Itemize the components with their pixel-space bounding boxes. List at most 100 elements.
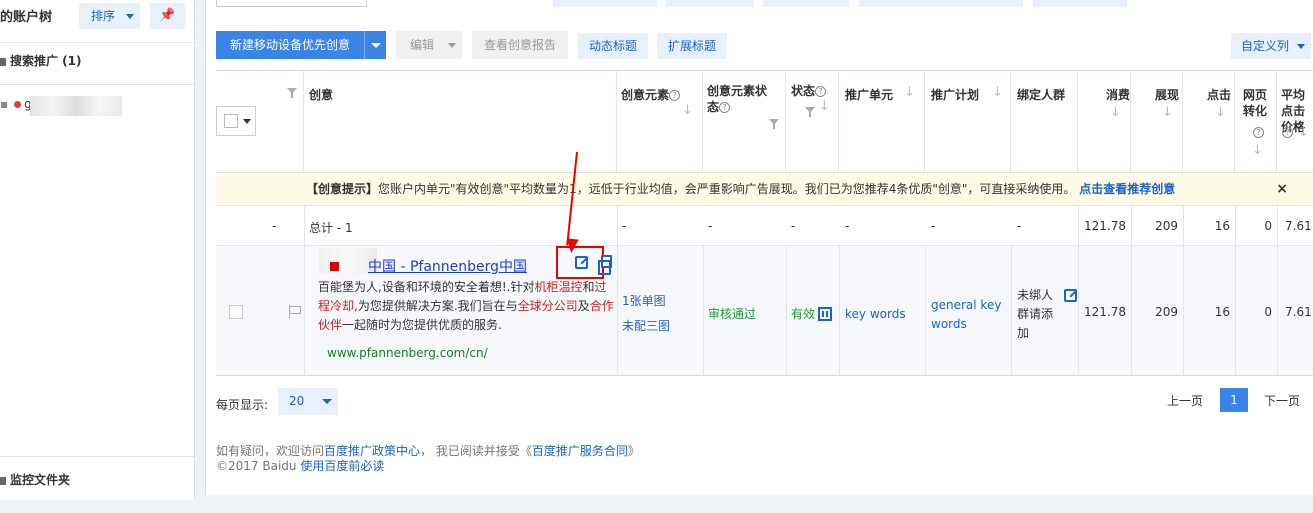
must-read-link[interactable]: 使用百度前必读 — [300, 459, 384, 473]
header-unit[interactable]: 推广单元 — [845, 87, 893, 103]
top-tab[interactable] — [763, 0, 849, 7]
help-icon[interactable]: ? — [1253, 127, 1264, 138]
view-recommended-link[interactable]: 点击查看推荐创意 — [1079, 182, 1175, 196]
header-conversion[interactable]: 网页转化 — [1243, 87, 1271, 119]
select-all-dropdown[interactable] — [216, 106, 256, 136]
row-checkbox[interactable] — [229, 305, 243, 319]
flag-icon[interactable] — [289, 305, 301, 318]
sort-arrow-icon[interactable]: ↓ — [1215, 105, 1226, 120]
desc-text: 及 — [577, 299, 590, 313]
help-icon[interactable]: ? — [669, 90, 681, 101]
col-divider — [925, 246, 926, 376]
desc-text: ,为您提供解决方案.我们旨在与 — [354, 299, 518, 313]
copy-icon[interactable] — [598, 255, 612, 275]
sort-arrow-icon[interactable]: ↓ — [819, 99, 830, 114]
help-icon[interactable]: ? — [1282, 127, 1293, 138]
monitor-folder[interactable]: 监控文件夹 — [0, 456, 194, 500]
row-avg-cpc: 7.61 — [1285, 305, 1312, 319]
sort-arrow-icon[interactable]: ↓ — [1298, 125, 1309, 140]
page-size-select[interactable]: 20 — [278, 388, 338, 415]
col-divider — [617, 206, 618, 246]
top-tab[interactable] — [859, 0, 1023, 7]
sort-arrow-icon[interactable]: ↓ — [992, 85, 1003, 100]
annotation-arrow-head — [565, 238, 579, 254]
total-element-status: - — [708, 219, 713, 233]
dynamic-title-label: 动态标题 — [588, 39, 637, 53]
footer-text: ， 我已阅读并接受《 — [420, 444, 532, 458]
col-divider — [304, 206, 305, 246]
view-report-button[interactable]: 查看创意报告 — [472, 31, 568, 59]
creative-description: 百能堡为人,设备和环境的安全着想!.针对机柜温控和过程冷却,为您提供解决方案.我… — [318, 278, 618, 335]
sort-arrow-icon[interactable]: ↓ — [1110, 105, 1121, 120]
footer-text: 》 — [627, 444, 640, 458]
sort-arrow-icon[interactable]: ↓ — [1162, 105, 1173, 120]
help-icon[interactable]: ? — [719, 102, 731, 113]
desc-text: 百能堡为人,设备和环境的安全着想!.针对 — [318, 280, 535, 294]
prev-page-button[interactable]: 上一页 — [1167, 392, 1203, 409]
service-contract-link[interactable]: 百度推广服务合同 — [532, 444, 628, 458]
row-clicks: 16 — [1214, 305, 1230, 319]
total-row: - 总计 - 1 - - - - - - 121.78 209 16 0 7.6… — [216, 206, 1313, 246]
total-status: - — [791, 219, 796, 233]
extend-title-label: 扩展标题 — [667, 39, 716, 53]
total-impressions: 209 — [1155, 219, 1178, 233]
filter-icon[interactable] — [769, 119, 779, 129]
filter-icon[interactable] — [287, 88, 297, 98]
header-element-status[interactable]: 创意元素状态? — [707, 83, 777, 115]
unit-link[interactable]: key words — [845, 307, 906, 321]
creative-title-link[interactable]: 中国 - Pfannenberg中国 — [368, 256, 527, 276]
next-page-button[interactable]: 下一页 — [1264, 392, 1300, 409]
element-status-value: 审核通过 — [708, 307, 757, 321]
search-input[interactable] — [216, 0, 367, 7]
dynamic-title-button[interactable]: 动态标题 — [578, 33, 648, 59]
close-icon[interactable]: × — [1276, 173, 1288, 206]
row-cost: 121.78 — [1084, 305, 1126, 319]
sort-arrow-icon[interactable]: ↓ — [1252, 143, 1263, 158]
elements-triple-image-link[interactable]: 未配三图 — [622, 317, 670, 334]
header-status[interactable]: 状态? — [791, 83, 827, 99]
extend-title-button[interactable]: 扩展标题 — [657, 33, 727, 59]
header-cost[interactable]: 消费 — [1106, 87, 1130, 103]
header-plan[interactable]: 推广计划 — [931, 87, 979, 103]
col-divider — [304, 71, 617, 172]
header-impressions[interactable]: 展现 — [1155, 87, 1179, 103]
header-elements[interactable]: 创意元素? — [621, 87, 681, 103]
new-mobile-creative-button[interactable]: 新建移动设备优先创意 — [216, 31, 386, 59]
footer-text: 如有疑问，欢迎访问 — [216, 444, 325, 458]
folder-icon — [0, 477, 6, 485]
col-divider — [1277, 206, 1278, 246]
pin-button[interactable]: 📌 — [150, 3, 185, 29]
policy-center-link[interactable]: 百度推广政策中心 — [324, 444, 420, 458]
current-page-button[interactable]: 1 — [1220, 388, 1248, 412]
sort-button[interactable]: 排序 — [79, 3, 140, 29]
creative-display-url: www.pfannenberg.com/cn/ — [327, 346, 488, 360]
total-plan: - — [931, 219, 936, 233]
total-label: 总计 - 1 — [309, 221, 353, 235]
account-item[interactable]: ▪ g — [0, 97, 32, 111]
select-all-checkbox[interactable] — [224, 114, 238, 128]
top-tab[interactable] — [1033, 0, 1127, 7]
top-tab[interactable] — [666, 0, 754, 7]
sort-arrow-icon[interactable]: ↓ — [904, 85, 915, 100]
filter-icon[interactable] — [805, 107, 815, 117]
edit-button[interactable]: 编辑 — [396, 31, 462, 59]
new-creative-dropdown[interactable] — [364, 31, 386, 59]
edit-icon[interactable] — [575, 256, 588, 269]
sort-arrow-icon[interactable]: ↓ — [682, 103, 693, 118]
top-tab[interactable] — [553, 0, 657, 7]
pause-icon[interactable] — [818, 307, 833, 321]
header-element-status-label: 创意元素状态 — [707, 84, 768, 114]
elements-single-image-link[interactable]: 1张单图 — [622, 292, 666, 309]
sidebar-title: 的账户树 — [0, 10, 53, 25]
desc-keyword: 全球分公司 — [517, 299, 578, 313]
header-clicks[interactable]: 点击 — [1207, 87, 1231, 103]
search-promotion-section[interactable]: 搜索推广 (1) — [0, 52, 82, 69]
edit-icon[interactable] — [1064, 289, 1077, 302]
help-icon[interactable]: ? — [815, 86, 827, 97]
total-cost: 121.78 — [1084, 219, 1126, 233]
plan-link[interactable]: general key words — [931, 296, 1011, 334]
custom-columns-button[interactable]: 自定义列 — [1231, 33, 1311, 59]
chevron-down-icon — [1297, 44, 1305, 49]
col-divider — [1131, 246, 1132, 376]
header-creative[interactable]: 创意 — [309, 87, 333, 103]
